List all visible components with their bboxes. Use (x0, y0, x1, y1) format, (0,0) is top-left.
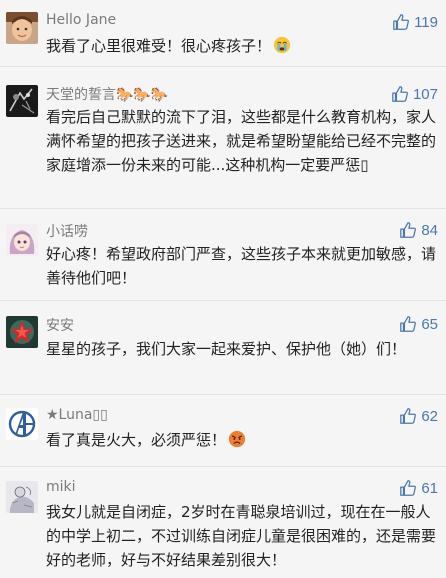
like-count: 107 (412, 85, 438, 103)
comment-text: 我女儿就是自闭症，2岁时在青聪泉培训过，现在在一般人的中学上初二，不过训练自闭症… (46, 503, 437, 569)
comment-text: 好心疼！希望政府部门严查，这些孩子本来就更加敏感，请善待他们吧！ (46, 245, 437, 287)
avatar[interactable] (6, 316, 38, 348)
angry-face-icon (228, 430, 246, 448)
avatar-anime-photo (6, 224, 38, 256)
avatar-dark-photo (6, 85, 38, 117)
like-count: 62 (421, 407, 438, 425)
like-button[interactable]: 84 (399, 219, 438, 241)
avatar[interactable] (6, 224, 38, 256)
comment-text: 星星的孩子，我们大家一起来爱护、保护他（她）们！ (46, 340, 407, 358)
like-button[interactable]: 61 (399, 477, 438, 499)
divider (0, 466, 446, 467)
divider (0, 66, 446, 67)
like-button[interactable]: 62 (399, 405, 438, 427)
like-button[interactable]: 119 (392, 11, 438, 33)
comment-body: 看了真是火大，必须严惩！ (46, 431, 227, 449)
like-button[interactable]: 107 (391, 83, 438, 105)
comment-list: Hello Jane 119 我看了心里很难受！很心疼孩子！ 天堂的誓言🐎🐎🐎 (0, 0, 446, 578)
like-count: 65 (421, 315, 438, 333)
avatar-child-photo (6, 12, 38, 44)
avatar[interactable] (6, 12, 38, 44)
comment-text: 我看了心里很难受！很心疼孩子！ (46, 34, 438, 58)
divider (0, 208, 446, 209)
thumbs-up-icon (399, 479, 417, 497)
like-count: 84 (421, 221, 438, 239)
like-count: 61 (421, 479, 438, 497)
thumbs-up-icon (399, 315, 417, 333)
like-button[interactable]: 65 (399, 313, 438, 335)
username[interactable]: 天堂的誓言🐎🐎🐎 (46, 84, 168, 104)
avatar[interactable] (6, 85, 38, 117)
username[interactable]: 小话唠 (46, 221, 88, 241)
avatar-star-photo (6, 316, 38, 348)
username[interactable]: ★Luna▯▯ (46, 407, 108, 423)
avatar-sketch-photo (6, 481, 38, 513)
thumbs-up-icon (399, 221, 417, 239)
avatar[interactable] (6, 408, 38, 440)
crying-face-icon (273, 36, 291, 54)
divider (0, 300, 446, 301)
comment-text: 看完后自己默默的流下了泪，这些都是什么教育机构，家人满怀希望的把孩子送进来，就是… (46, 108, 437, 174)
divider (0, 394, 446, 395)
username[interactable]: Hello Jane (46, 12, 116, 28)
comment-body: 我看了心里很难受！很心疼孩子！ (46, 37, 272, 55)
username[interactable]: 安安 (46, 315, 74, 335)
username[interactable]: miki (46, 479, 76, 495)
thumbs-up-icon (399, 407, 417, 425)
avatar-avengers-logo (6, 408, 38, 440)
comment-text: 看了真是火大，必须严惩！ (46, 428, 438, 452)
thumbs-up-icon (392, 13, 410, 31)
avatar[interactable] (6, 481, 38, 513)
thumbs-up-icon (391, 85, 409, 103)
like-count: 119 (414, 13, 438, 31)
